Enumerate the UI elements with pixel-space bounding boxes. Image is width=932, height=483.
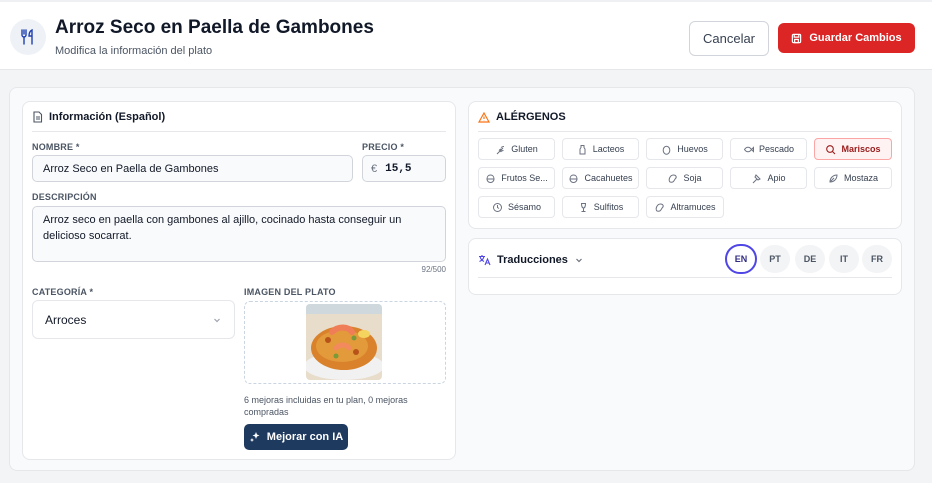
allergens-section-title: ALÉRGENOS bbox=[478, 111, 566, 123]
category-label: CATEGORÍA * bbox=[32, 287, 94, 297]
allergen-label: Pescado bbox=[758, 144, 795, 154]
info-section-title: Información (Español) bbox=[32, 111, 165, 123]
wheat-icon bbox=[496, 145, 505, 154]
allergen-chip-11[interactable]: Sésamo bbox=[478, 196, 555, 218]
description-label: DESCRIPCIÓN bbox=[32, 192, 97, 202]
price-value: 15,5 bbox=[385, 162, 412, 175]
page-header: Arroz Seco en Paella de Gambones Modific… bbox=[0, 0, 932, 70]
translations-title: Traducciones bbox=[497, 254, 568, 266]
sparkles-icon bbox=[249, 432, 260, 442]
divider bbox=[478, 131, 892, 132]
page-title: Arroz Seco en Paella de Gambones bbox=[55, 17, 374, 38]
plan-note: 6 mejoras incluidas en tu plan, 0 mejora… bbox=[244, 395, 408, 417]
cancel-button[interactable]: Cancelar bbox=[689, 21, 769, 56]
egg-icon bbox=[662, 145, 671, 155]
wine-icon bbox=[580, 202, 586, 212]
allergen-label: Soja bbox=[683, 173, 702, 183]
page-subtitle: Modifica la información del plato bbox=[55, 45, 213, 57]
category-select[interactable]: Arroces bbox=[32, 300, 235, 339]
allergen-label: Gluten bbox=[511, 144, 538, 154]
image-label: IMAGEN DEL PLATO bbox=[244, 287, 336, 297]
translations-toggle[interactable]: Traducciones bbox=[478, 254, 584, 266]
allergen-chip-7[interactable]: Cacahuetes bbox=[562, 167, 639, 189]
allergens-section-label: ALÉRGENOS bbox=[496, 111, 566, 123]
chevron-down-icon bbox=[575, 258, 582, 263]
category-value: Arroces bbox=[45, 312, 87, 327]
utensils-icon bbox=[10, 19, 46, 55]
info-section-label: Información (Español) bbox=[49, 111, 166, 123]
language-tab-en[interactable]: EN bbox=[725, 244, 757, 274]
allergen-chip-4[interactable]: Pescado bbox=[730, 138, 807, 160]
language-tab-fr[interactable]: FR bbox=[862, 245, 892, 273]
allergen-chip-1[interactable]: Gluten bbox=[478, 138, 555, 160]
mustard-icon bbox=[829, 173, 838, 183]
name-label: NOMBRE * bbox=[32, 142, 80, 152]
lupin-icon bbox=[656, 202, 665, 212]
allergen-label: Cacahuetes bbox=[584, 173, 633, 183]
allergen-label: Huevos bbox=[677, 144, 708, 154]
allergen-chip-13[interactable]: Altramuces bbox=[646, 196, 724, 218]
description-textarea[interactable]: Arroz seco en paella con gambones al aji… bbox=[32, 206, 446, 262]
save-button[interactable]: Guardar Cambios bbox=[778, 23, 915, 53]
language-tab-it[interactable]: IT bbox=[829, 245, 859, 273]
allergen-chip-2[interactable]: Lacteos bbox=[562, 138, 639, 160]
improve-with-ai-button[interactable]: Mejorar con IA bbox=[244, 424, 348, 450]
shellfish-icon bbox=[826, 144, 836, 154]
allergen-chip-8[interactable]: Soja bbox=[646, 167, 723, 189]
allergen-label: Mostaza bbox=[843, 173, 878, 183]
name-input[interactable]: Arroz Seco en Paella de Gambones bbox=[32, 155, 353, 182]
document-icon bbox=[33, 111, 43, 123]
allergen-label: Altramuces bbox=[670, 202, 716, 212]
dish-image bbox=[306, 304, 382, 380]
allergen-chip-5[interactable]: Mariscos bbox=[814, 138, 892, 160]
nut-icon bbox=[486, 173, 495, 183]
allergen-chip-3[interactable]: Huevos bbox=[646, 138, 723, 160]
currency-symbol: € bbox=[371, 162, 378, 175]
allergen-chip-10[interactable]: Mostaza bbox=[814, 167, 892, 189]
allergen-label: Lacteos bbox=[592, 144, 625, 154]
milk-icon bbox=[579, 144, 586, 154]
translate-icon bbox=[479, 255, 491, 266]
warning-icon bbox=[478, 111, 490, 123]
chevron-down-icon bbox=[214, 318, 220, 322]
allergen-label: Frutos Se... bbox=[501, 173, 548, 183]
divider bbox=[478, 277, 892, 278]
sesame-icon bbox=[492, 202, 502, 212]
peanut-icon bbox=[569, 173, 578, 183]
price-input[interactable]: € 15,5 bbox=[362, 155, 446, 182]
ai-button-label: Mejorar con IA bbox=[266, 431, 344, 443]
language-tab-de[interactable]: DE bbox=[795, 245, 825, 273]
allergen-label: Sésamo bbox=[507, 202, 542, 212]
allergen-label: Mariscos bbox=[841, 144, 881, 154]
char-counter: 92/500 bbox=[421, 265, 446, 274]
bean-icon bbox=[669, 173, 678, 183]
allergen-label: Apio bbox=[767, 173, 786, 183]
save-icon bbox=[792, 33, 802, 43]
allergen-chip-6[interactable]: Frutos Se... bbox=[478, 167, 555, 189]
save-button-label: Guardar Cambios bbox=[809, 32, 902, 44]
allergen-chip-12[interactable]: Sulfitos bbox=[562, 196, 639, 218]
allergen-chip-9[interactable]: Apio bbox=[730, 167, 807, 189]
fish-icon bbox=[743, 145, 754, 153]
allergen-label: Sulfitos bbox=[593, 202, 624, 212]
celery-icon bbox=[753, 173, 762, 183]
divider bbox=[32, 131, 446, 132]
price-label: PRECIO * bbox=[362, 142, 405, 152]
language-tab-pt[interactable]: PT bbox=[760, 245, 790, 273]
